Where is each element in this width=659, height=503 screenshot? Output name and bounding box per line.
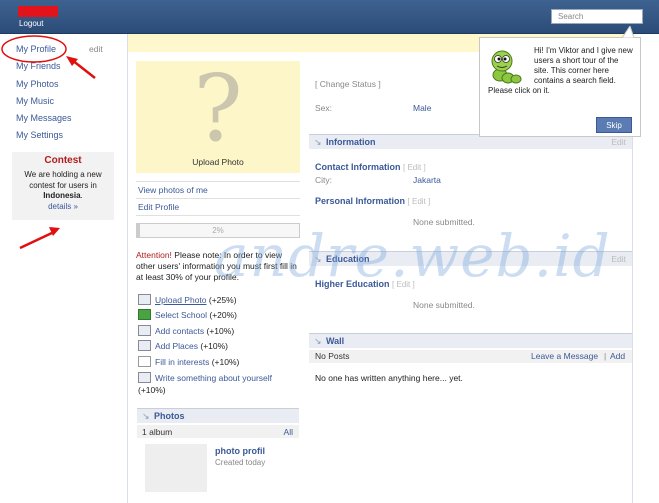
photos-all-link[interactable]: All bbox=[284, 427, 293, 437]
profile-photo-placeholder[interactable]: ? Upload Photo bbox=[136, 61, 300, 173]
tour-pointer-icon bbox=[621, 26, 635, 38]
attention-label: Attention! bbox=[136, 250, 172, 260]
collapse-arrow-icon[interactable]: ↘ bbox=[314, 137, 322, 148]
page-icon bbox=[138, 356, 151, 367]
photos-section-header: ↘ Photos bbox=[137, 408, 299, 423]
divider bbox=[136, 181, 300, 182]
divider bbox=[136, 198, 300, 199]
collapse-arrow-icon[interactable]: ↘ bbox=[142, 411, 150, 422]
places-icon bbox=[138, 340, 151, 351]
divider bbox=[136, 215, 300, 216]
nav-my-messages[interactable]: My Messages bbox=[16, 113, 72, 123]
album-created: Created today bbox=[215, 458, 266, 467]
change-status-link[interactable]: [ Change Status ] bbox=[315, 79, 381, 89]
task-write-about[interactable]: Write something about yourself (+10%) bbox=[138, 372, 298, 396]
album-count: 1 album bbox=[142, 427, 173, 437]
education-edit-link[interactable]: Edit bbox=[611, 254, 626, 264]
search-input[interactable]: Search bbox=[551, 9, 643, 24]
upload-photo-link[interactable]: Upload Photo bbox=[136, 157, 300, 167]
contact-info-heading: Contact Information [ Edit ] bbox=[315, 162, 426, 172]
task-upload-photo[interactable]: Upload Photo (+25%) bbox=[138, 294, 237, 305]
view-photos-link[interactable]: View photos of me bbox=[138, 185, 208, 195]
task-label: Upload Photo bbox=[155, 295, 207, 305]
logout-link[interactable]: Logout bbox=[19, 19, 43, 28]
leave-message-link[interactable]: Leave a Message bbox=[531, 351, 598, 361]
annotation-circle-arrow bbox=[1, 35, 96, 79]
task-add-contacts[interactable]: Add contacts (+10%) bbox=[138, 325, 234, 336]
information-edit-link[interactable]: Edit bbox=[611, 137, 626, 147]
wall-add-link[interactable]: Add bbox=[610, 351, 625, 361]
task-label: Fill in interests bbox=[155, 357, 210, 367]
task-add-places[interactable]: Add Places (+10%) bbox=[138, 340, 228, 351]
contacts-icon bbox=[138, 325, 151, 336]
album-thumbnail[interactable] bbox=[145, 444, 207, 492]
education-empty: None submitted. bbox=[413, 300, 475, 310]
city-label: City: bbox=[315, 175, 332, 185]
personal-info-heading: Personal Information [ Edit ] bbox=[315, 196, 431, 206]
task-select-school[interactable]: Select School (+20%) bbox=[138, 309, 237, 320]
task-label: Add contacts bbox=[155, 326, 205, 336]
nav-my-music[interactable]: My Music bbox=[16, 96, 54, 106]
photo-icon bbox=[138, 294, 151, 305]
sex-label: Sex: bbox=[315, 103, 333, 113]
contest-title: Contest bbox=[44, 155, 82, 166]
collapse-arrow-icon[interactable]: ↘ bbox=[314, 336, 322, 347]
annotation-arrow bbox=[19, 227, 60, 250]
tour-message: Hi! I'm Viktor and I give new users a sh… bbox=[488, 46, 633, 95]
tour-popup: Hi! I'm Viktor and I give new users a sh… bbox=[479, 37, 641, 137]
task-fill-interests[interactable]: Fill in interests (+10%) bbox=[138, 356, 239, 367]
question-mark-icon: ? bbox=[193, 55, 243, 162]
task-label: Add Places bbox=[155, 341, 198, 351]
album-title[interactable]: photo profil bbox=[215, 446, 265, 456]
personal-edit-link[interactable]: [ Edit ] bbox=[408, 197, 431, 206]
wall-title: Wall bbox=[326, 336, 345, 346]
task-label: Select School bbox=[155, 310, 207, 320]
nav-my-settings[interactable]: My Settings bbox=[16, 130, 63, 140]
photos-title: Photos bbox=[154, 411, 185, 421]
wall-section-header: ↘ Wall bbox=[309, 333, 632, 348]
wall-subbar: No Posts Leave a Message | Add bbox=[309, 350, 632, 363]
watermark: andre.web.id bbox=[214, 222, 611, 290]
wall-empty: No one has written anything here... yet. bbox=[315, 373, 463, 383]
top-header-bar: Logout Search bbox=[0, 0, 659, 34]
comment-icon bbox=[138, 372, 151, 383]
plus-icon bbox=[138, 309, 151, 320]
skip-button[interactable]: Skip bbox=[596, 117, 632, 133]
link-separator: | bbox=[604, 351, 607, 361]
photos-subbar: 1 album All bbox=[137, 425, 299, 438]
edit-profile-link[interactable]: Edit Profile bbox=[138, 202, 179, 212]
no-posts-label: No Posts bbox=[315, 351, 350, 361]
city-value: Jakarta bbox=[413, 175, 441, 185]
task-label: Write something about yourself bbox=[155, 373, 273, 383]
information-title: Information bbox=[326, 137, 376, 147]
sex-value: Male bbox=[413, 103, 432, 113]
contact-edit-link[interactable]: [ Edit ] bbox=[403, 163, 426, 172]
redacted-username bbox=[18, 6, 58, 17]
